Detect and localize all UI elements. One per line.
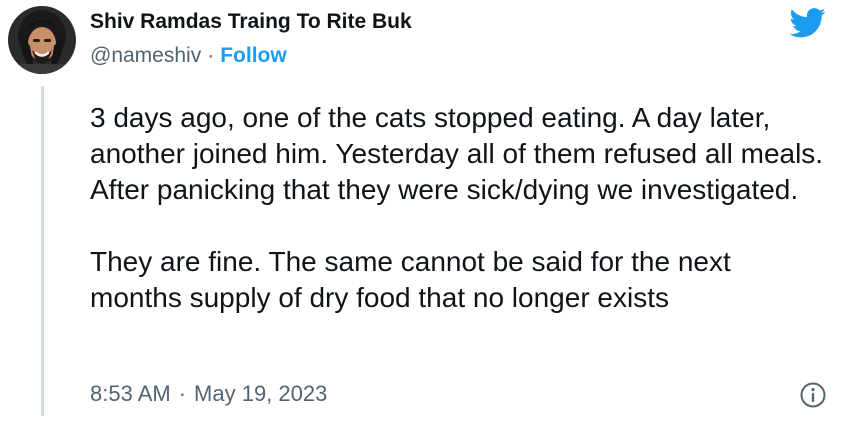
avatar-image [8,6,76,74]
timestamp-separator: · [178,381,187,406]
tweet-date: May 19, 2023 [194,381,328,406]
tweet-time: 8:53 AM [90,381,171,406]
author-name[interactable]: Shiv Ramdas Traing To Rite Buk [90,10,412,34]
avatar[interactable] [8,6,76,74]
thread-line [41,86,44,416]
twitter-bird-icon[interactable] [789,8,826,38]
follow-button[interactable]: Follow [220,44,287,67]
tweet-paragraph-2: They are fine. The same cannot be said f… [90,246,731,313]
tweet-text: 3 days ago, one of the cats stopped eati… [90,100,830,316]
tweet-timestamp[interactable]: 8:53 AM · May 19, 2023 [90,381,327,407]
author-meta: @nameshiv · Follow [90,44,287,68]
meta-separator: · [207,44,215,67]
tweet-paragraph-1: 3 days ago, one of the cats stopped eati… [90,102,824,205]
info-icon[interactable] [799,381,827,409]
author-handle[interactable]: @nameshiv [90,44,201,67]
